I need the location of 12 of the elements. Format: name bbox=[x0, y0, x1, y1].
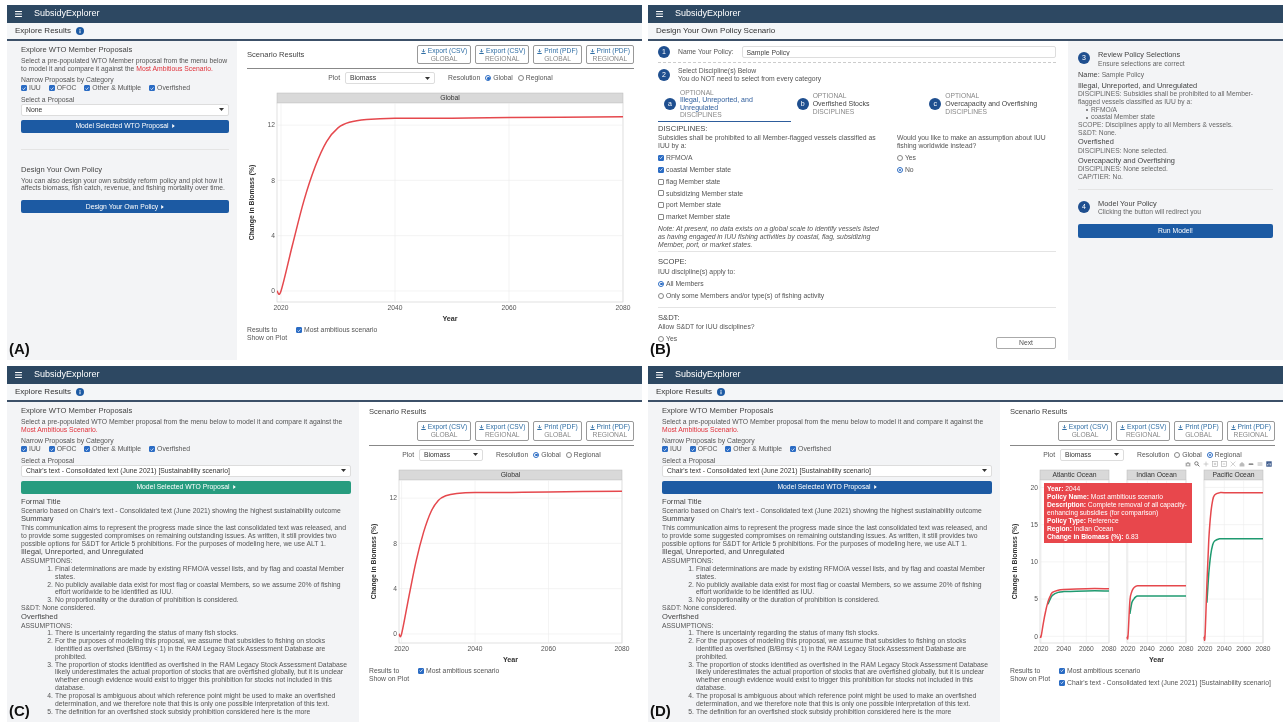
panel-label: (C) bbox=[9, 703, 30, 718]
app-title: SubsidyExplorer bbox=[34, 368, 100, 382]
panel-label: (B) bbox=[650, 341, 671, 356]
page-title: Explore Results bbox=[15, 386, 72, 398]
app-title: SubsidyExplorer bbox=[34, 7, 100, 21]
app-title: SubsidyExplorer bbox=[675, 368, 741, 382]
page-title: Design Your Own Policy Scenario bbox=[656, 25, 776, 37]
panel-label: (D) bbox=[650, 703, 671, 718]
page-title: Explore Results bbox=[656, 386, 713, 398]
page-title: Explore Results bbox=[15, 25, 72, 37]
panel-label: (A) bbox=[9, 341, 30, 356]
app-title: SubsidyExplorer bbox=[675, 7, 741, 21]
